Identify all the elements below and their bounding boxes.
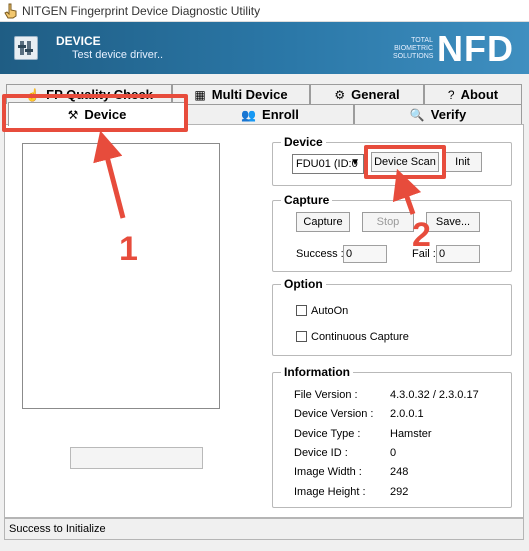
info-value: 2.0.0.1 — [390, 408, 424, 420]
info-value: 4.3.0.32 / 2.3.0.17 — [390, 389, 479, 401]
device-select[interactable]: FDU01 (ID:0 ▼ — [292, 154, 364, 174]
tab-label: Multi Device — [211, 87, 288, 102]
autoon-label: AutoOn — [311, 305, 349, 317]
autoon-checkbox[interactable] — [296, 305, 307, 316]
info-label: Image Height : — [294, 486, 366, 498]
information-group-title: Information — [281, 365, 353, 379]
tab-label: General — [351, 87, 400, 102]
tab-label: Verify — [430, 107, 467, 122]
tab-label: Enroll — [262, 107, 299, 122]
info-value: 248 — [390, 466, 409, 478]
init-label: Init — [455, 156, 470, 168]
save-button[interactable]: Save... — [426, 212, 480, 232]
info-label: Device ID : — [294, 447, 348, 459]
tab-multi-device[interactable]: ▦ Multi Device — [172, 84, 310, 104]
stop-label: Stop — [376, 216, 400, 228]
info-value: 292 — [390, 486, 409, 498]
fail-count-field: 0 — [436, 245, 480, 263]
image-info-box — [70, 447, 203, 469]
capture-label: Capture — [303, 216, 343, 228]
hand-pointer-icon — [4, 3, 17, 19]
tab-general[interactable]: ⚙ General — [310, 84, 424, 104]
header-subtitle: Test device driver.. — [72, 49, 164, 61]
annotation-number-1: 1 — [119, 230, 138, 268]
info-value: 0 — [390, 447, 397, 459]
continuous-capture-label: Continuous Capture — [311, 331, 409, 343]
option-group: Option — [272, 277, 512, 356]
window-titlebar: NITGEN Fingerprint Device Diagnostic Uti… — [0, 0, 529, 22]
info-value: Hamster — [390, 428, 432, 440]
info-label: Device Version : — [294, 408, 374, 420]
success-count-field: 0 — [343, 245, 387, 263]
capture-button[interactable]: Capture — [296, 212, 350, 232]
header-banner: DEVICE Test device driver.. TOTAL BIOMET… — [0, 22, 529, 74]
annotation-number-2: 2 — [412, 216, 431, 254]
chevron-down-icon: ▼ — [350, 157, 360, 168]
brand-logo: NFD — [437, 28, 514, 69]
brand-tagline: TOTAL BIOMETRIC SOLUTIONS — [393, 37, 434, 60]
multi-device-icon: ▦ — [194, 87, 206, 102]
save-label: Save... — [435, 216, 471, 228]
tab-enroll[interactable]: 👥 Enroll — [186, 104, 354, 124]
annotation-highlight-device-tab — [2, 94, 188, 132]
option-group-title: Option — [281, 277, 326, 291]
stop-button[interactable]: Stop — [362, 212, 414, 232]
success-label: Success : — [296, 248, 344, 260]
tab-verify[interactable]: 🔍 Verify — [354, 104, 522, 124]
search-icon: 🔍 — [409, 107, 425, 122]
status-text: Success to Initialize — [9, 523, 106, 535]
annotation-highlight-device-scan — [364, 145, 446, 179]
gear-icon: ⚙ — [334, 87, 346, 102]
status-bar: Success to Initialize — [4, 518, 524, 540]
capture-group-title: Capture — [281, 193, 333, 207]
tab-about[interactable]: ? About — [424, 84, 522, 104]
init-button[interactable]: Init — [443, 152, 482, 172]
info-label: File Version : — [294, 389, 358, 401]
device-select-value: FDU01 (ID:0 — [296, 158, 358, 170]
help-icon: ? — [447, 87, 455, 102]
continuous-capture-checkbox[interactable] — [296, 331, 307, 342]
device-settings-icon — [14, 36, 38, 60]
users-icon: 👥 — [241, 107, 257, 122]
device-group-title: Device — [281, 135, 326, 149]
info-label: Image Width : — [294, 466, 362, 478]
tab-label: About — [460, 87, 499, 102]
fingerprint-image-preview — [22, 143, 220, 409]
window-title: NITGEN Fingerprint Device Diagnostic Uti… — [22, 4, 261, 18]
info-label: Device Type : — [294, 428, 361, 440]
header-title: DEVICE — [56, 34, 101, 48]
